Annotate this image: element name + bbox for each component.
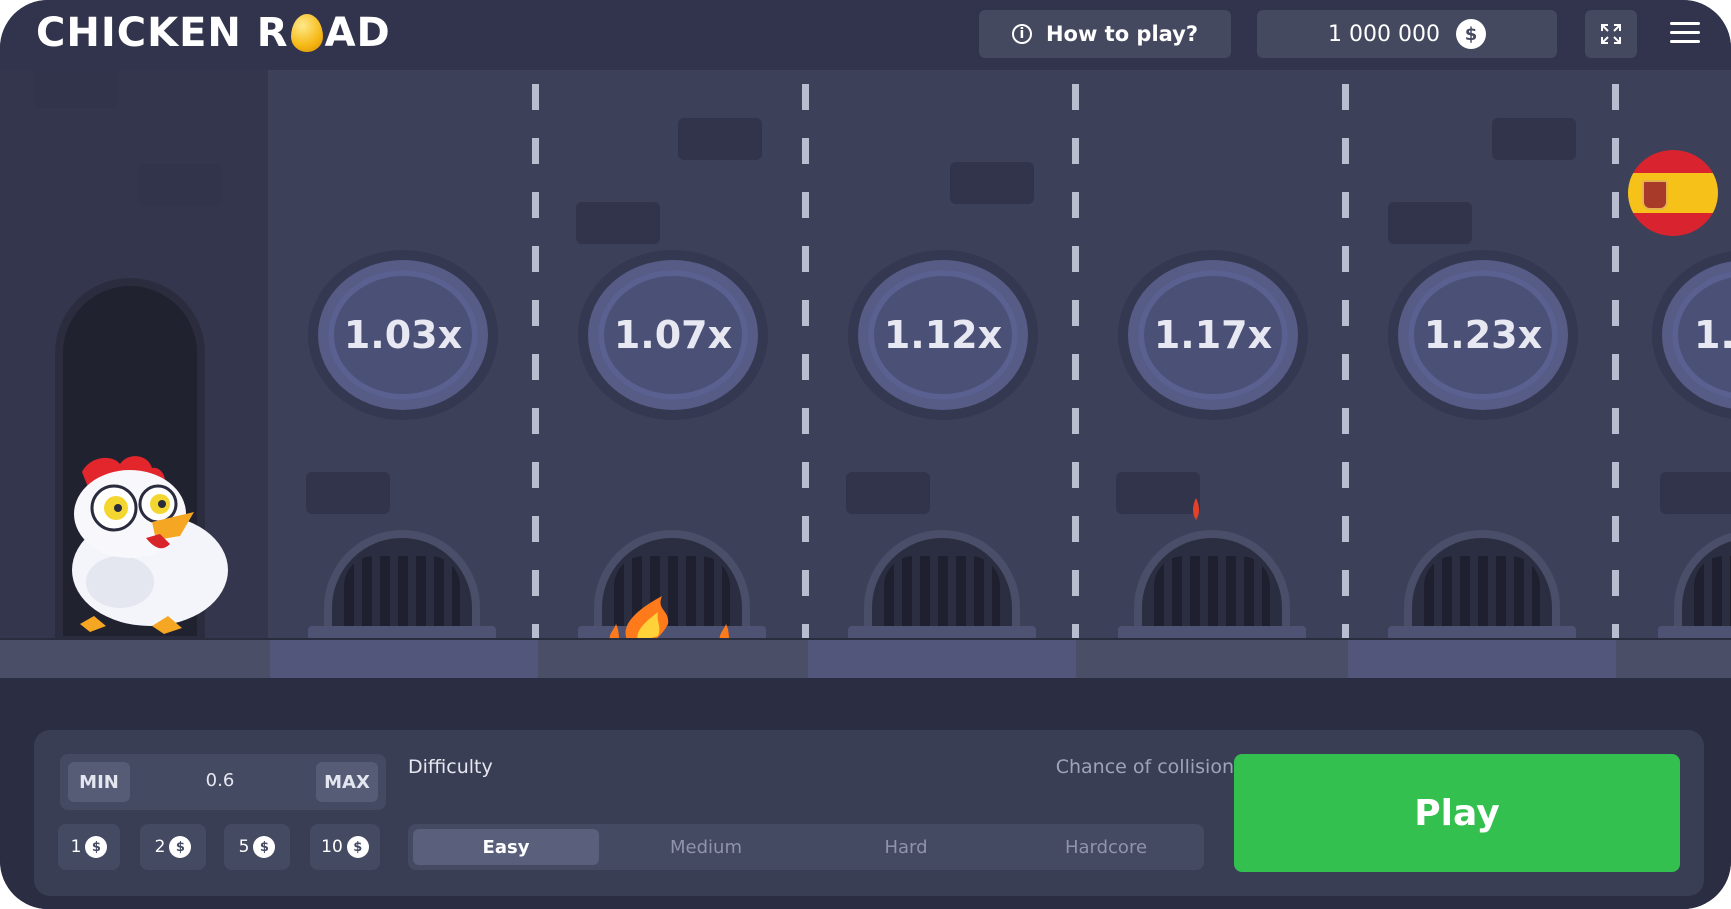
lane-divider [532, 84, 539, 640]
grate-base [308, 626, 496, 638]
balance-display: 1 000 000 $ [1257, 10, 1557, 58]
quick-bet-10-button[interactable]: 10 $ [310, 824, 380, 870]
multiplier-coin[interactable]: 1.07x [588, 260, 758, 410]
lane-divider [1612, 84, 1619, 640]
game-scene: 1.03x 1.07x 1.12x 1.17x 1.23x 1.2 [0, 68, 1731, 644]
game-logo: CHICKEN R AD [36, 10, 391, 56]
top-bar: CHICKEN R AD i How to play? 1 000 000 $ [0, 0, 1731, 70]
grate-base [1118, 626, 1306, 638]
dollar-coin-icon: $ [85, 836, 108, 858]
wall-brick [950, 162, 1034, 204]
multiplier-coin[interactable]: 1.17x [1128, 260, 1298, 410]
hamburger-menu-icon[interactable] [1670, 22, 1700, 44]
grate-base [848, 626, 1036, 638]
sewer-grate [1674, 530, 1731, 636]
bet-panel: MIN 0.6 MAX 1 $ 2 $ 5 $ 10 $ Difficulty Chan… [34, 730, 1704, 896]
grate-base [1658, 626, 1731, 638]
game-window: 1.03x 1.07x 1.12x 1.17x 1.23x 1.2 [0, 0, 1731, 909]
balance-value: 1 000 000 [1328, 21, 1440, 47]
multiplier-label: 1.17x [1153, 313, 1273, 357]
bet-amount-input[interactable]: 0.6 [170, 770, 270, 791]
chicken-character [72, 456, 228, 634]
fullscreen-icon [1601, 24, 1621, 44]
sewer-grate [1134, 530, 1290, 636]
quick-bet-5-button[interactable]: 5 $ [224, 824, 290, 870]
multiplier-coin[interactable]: 1.03x [318, 260, 488, 410]
lane-divider [1072, 84, 1079, 640]
difficulty-hard-tab[interactable]: Hard [813, 829, 999, 865]
multiplier-coin[interactable]: 1.12x [858, 260, 1028, 410]
sewer-grate [1404, 530, 1560, 636]
lane-divider [1342, 84, 1349, 640]
quick-bet-1-button[interactable]: 1 $ [58, 824, 120, 870]
wall-brick [576, 202, 660, 244]
play-button[interactable]: Play [1234, 754, 1680, 872]
wall-brick [678, 118, 762, 160]
sewer-grate [324, 530, 480, 636]
dollar-coin-icon: $ [346, 836, 369, 858]
egg-icon [290, 14, 323, 52]
fullscreen-button[interactable] [1585, 10, 1637, 58]
multiplier-coin[interactable]: 1.2 [1662, 260, 1731, 410]
wall-brick [1660, 472, 1731, 514]
multiplier-label: 1.23x [1423, 313, 1543, 357]
grate-base [1388, 626, 1576, 638]
dollar-coin-icon: $ [169, 836, 192, 858]
difficulty-selector: Easy Medium Hard Hardcore [408, 824, 1204, 870]
collision-chance-label: Chance of collision [1055, 756, 1234, 778]
dollar-coin-icon: $ [253, 836, 276, 858]
road [0, 640, 1731, 678]
max-bet-button[interactable]: MAX [316, 762, 378, 802]
spain-flag-icon[interactable] [1628, 150, 1718, 236]
multiplier-label: 1.12x [883, 313, 1003, 357]
wall-brick [138, 164, 222, 206]
wall-brick [34, 68, 118, 108]
how-to-play-label: How to play? [1045, 22, 1199, 46]
wall-brick [1492, 118, 1576, 160]
multiplier-label: 1.03x [343, 313, 463, 357]
sewer-grate [864, 530, 1020, 636]
dollar-coin-icon: $ [1455, 19, 1486, 49]
difficulty-easy-tab[interactable]: Easy [413, 829, 599, 865]
wall-brick [1116, 472, 1200, 514]
lane-divider [802, 84, 809, 640]
quick-bet-2-button[interactable]: 2 $ [140, 824, 206, 870]
multiplier-label: 1.07x [613, 313, 733, 357]
info-icon: i [1011, 24, 1032, 44]
difficulty-medium-tab[interactable]: Medium [613, 829, 799, 865]
difficulty-hardcore-tab[interactable]: Hardcore [1013, 829, 1199, 865]
min-bet-button[interactable]: MIN [68, 762, 130, 802]
fire-flame-icon [609, 596, 730, 642]
wall-brick [846, 472, 930, 514]
how-to-play-button[interactable]: i How to play? [979, 10, 1231, 58]
wall-brick [1388, 202, 1472, 244]
multiplier-coin[interactable]: 1.23x [1398, 260, 1568, 410]
spark-icon [1193, 498, 1199, 520]
difficulty-label: Difficulty [408, 756, 493, 778]
wall-brick [306, 472, 390, 514]
multiplier-label: 1.2 [1694, 313, 1731, 357]
bet-amount-control: MIN 0.6 MAX [60, 754, 386, 810]
